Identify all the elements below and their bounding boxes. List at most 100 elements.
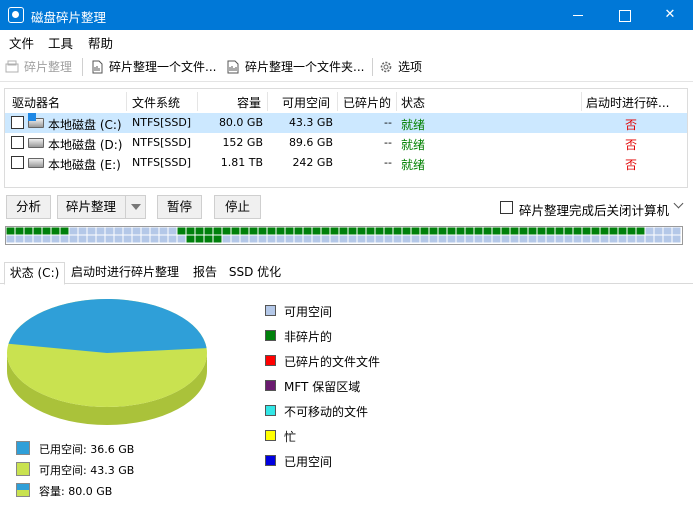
cluster-block <box>429 235 438 243</box>
drive-row[interactable]: 本地磁盘 (E:) NTFS[SSD] 1.81 TB 242 GB -- 就绪… <box>5 153 687 173</box>
cluster-block <box>474 227 483 235</box>
legend-label: 已用空间 <box>284 455 333 469</box>
cluster-block <box>213 235 222 243</box>
maximize-button[interactable] <box>601 0 647 30</box>
legend-label: 非碎片的 <box>284 330 333 344</box>
cluster-block <box>393 227 402 235</box>
legend-swatch <box>16 483 30 497</box>
cluster-block <box>618 235 627 243</box>
col-fragmented[interactable]: 已碎片的 <box>343 94 391 111</box>
cluster-block <box>411 235 420 243</box>
cluster-block <box>303 227 312 235</box>
drive-checkbox[interactable] <box>11 156 24 169</box>
cluster-block <box>519 227 528 235</box>
folder-icon <box>227 60 239 74</box>
defrag-file-button[interactable]: 碎片整理一个文件... <box>90 57 218 77</box>
cluster-block <box>24 235 33 243</box>
defrag-folder-button[interactable]: 碎片整理一个文件夹... <box>226 57 368 77</box>
tab-strip: 状态 (C:) 启动时进行碎片整理 报告 SSD 优化 <box>0 262 693 285</box>
col-free-space[interactable]: 可用空间 <box>282 94 330 111</box>
drive-capacity: 80.0 GB <box>218 116 263 129</box>
legend-swatch <box>16 441 30 455</box>
drive-filesystem: NTFS[SSD] <box>132 136 192 149</box>
cluster-block <box>15 227 24 235</box>
cluster-block <box>384 227 393 235</box>
legend-label: 已碎片的文件文件 <box>284 355 381 369</box>
cluster-block <box>132 227 141 235</box>
cluster-block <box>240 227 249 235</box>
col-boot-defrag[interactable]: 启动时进行碎... <box>586 94 669 111</box>
legend-swatch <box>16 462 30 476</box>
cluster-block <box>600 227 609 235</box>
cluster-block <box>96 227 105 235</box>
cluster-block <box>474 235 483 243</box>
cluster-block <box>114 227 123 235</box>
chevron-down-icon[interactable] <box>125 196 145 218</box>
col-capacity[interactable]: 容量 <box>237 94 261 111</box>
col-status[interactable]: 状态 <box>401 94 425 111</box>
drive-icon <box>28 158 44 168</box>
tab-ssd-optimize[interactable]: SSD 优化 <box>226 262 284 284</box>
options-button[interactable]: 选项 <box>379 57 425 77</box>
cluster-block <box>357 227 366 235</box>
tab-report[interactable]: 报告 <box>186 262 224 284</box>
legend-label: 已用空间: 36.6 GB <box>39 443 135 456</box>
cluster-block <box>33 227 42 235</box>
shutdown-checkbox[interactable] <box>500 201 513 214</box>
drive-capacity: 152 GB <box>222 136 263 149</box>
file-icon <box>92 60 103 74</box>
cluster-block <box>564 235 573 243</box>
cluster-block <box>645 235 654 243</box>
drive-boot-defrag: 否 <box>624 138 637 152</box>
menu-file[interactable]: 文件 <box>9 33 34 52</box>
drive-boot-defrag: 否 <box>624 118 637 132</box>
drive-free-space: 43.3 GB <box>288 116 333 129</box>
cluster-block <box>546 235 555 243</box>
cluster-block <box>249 235 258 243</box>
cluster-block <box>636 227 645 235</box>
defrag-toolbar-button[interactable]: 碎片整理 <box>5 57 77 77</box>
cluster-block <box>501 235 510 243</box>
cluster-block <box>438 227 447 235</box>
cluster-block <box>33 235 42 243</box>
drive-name: 本地磁盘 (E:) <box>48 158 121 172</box>
drive-icon <box>28 138 44 148</box>
tab-boot-defrag[interactable]: 启动时进行碎片整理 <box>66 262 184 284</box>
cluster-block <box>15 235 24 243</box>
stop-button[interactable]: 停止 <box>214 195 261 219</box>
drive-checkbox[interactable] <box>11 136 24 149</box>
cluster-block <box>627 227 636 235</box>
cluster-block <box>348 227 357 235</box>
legend-label: 可用空间 <box>284 305 333 319</box>
close-button[interactable]: ✕ <box>647 0 693 30</box>
cluster-block <box>24 227 33 235</box>
drive-row[interactable]: 本地磁盘 (D:) NTFS[SSD] 152 GB 89.6 GB -- 就绪… <box>5 133 687 153</box>
cluster-block <box>123 235 132 243</box>
legend-swatch <box>265 455 276 466</box>
cluster-block <box>240 235 249 243</box>
cluster-block <box>492 227 501 235</box>
pause-button[interactable]: 暂停 <box>157 195 202 219</box>
menu-tools[interactable]: 工具 <box>48 33 73 52</box>
col-filesystem[interactable]: 文件系统 <box>132 94 180 111</box>
analyze-button[interactable]: 分析 <box>6 195 51 219</box>
collapse-chevron-icon[interactable] <box>675 198 685 208</box>
minimize-button[interactable] <box>555 0 601 30</box>
cluster-block <box>654 235 663 243</box>
drive-row[interactable]: 本地磁盘 (C:) NTFS[SSD] 80.0 GB 43.3 GB -- 就… <box>5 113 687 133</box>
drive-free-space: 242 GB <box>292 156 333 169</box>
drive-checkbox[interactable] <box>11 116 24 129</box>
cluster-block <box>654 227 663 235</box>
cluster-block <box>519 235 528 243</box>
cluster-block <box>186 227 195 235</box>
defrag-split-button[interactable]: 碎片整理 <box>57 195 146 219</box>
defrag-button-label: 碎片整理 <box>66 199 117 214</box>
cluster-block <box>51 227 60 235</box>
col-drive-name[interactable]: 驱动器名 <box>12 94 60 111</box>
legend-swatch <box>265 355 276 366</box>
cluster-block <box>438 235 447 243</box>
tab-status[interactable]: 状态 (C:) <box>4 262 65 285</box>
cluster-block <box>312 235 321 243</box>
menu-help[interactable]: 帮助 <box>88 33 113 52</box>
cluster-block <box>411 227 420 235</box>
